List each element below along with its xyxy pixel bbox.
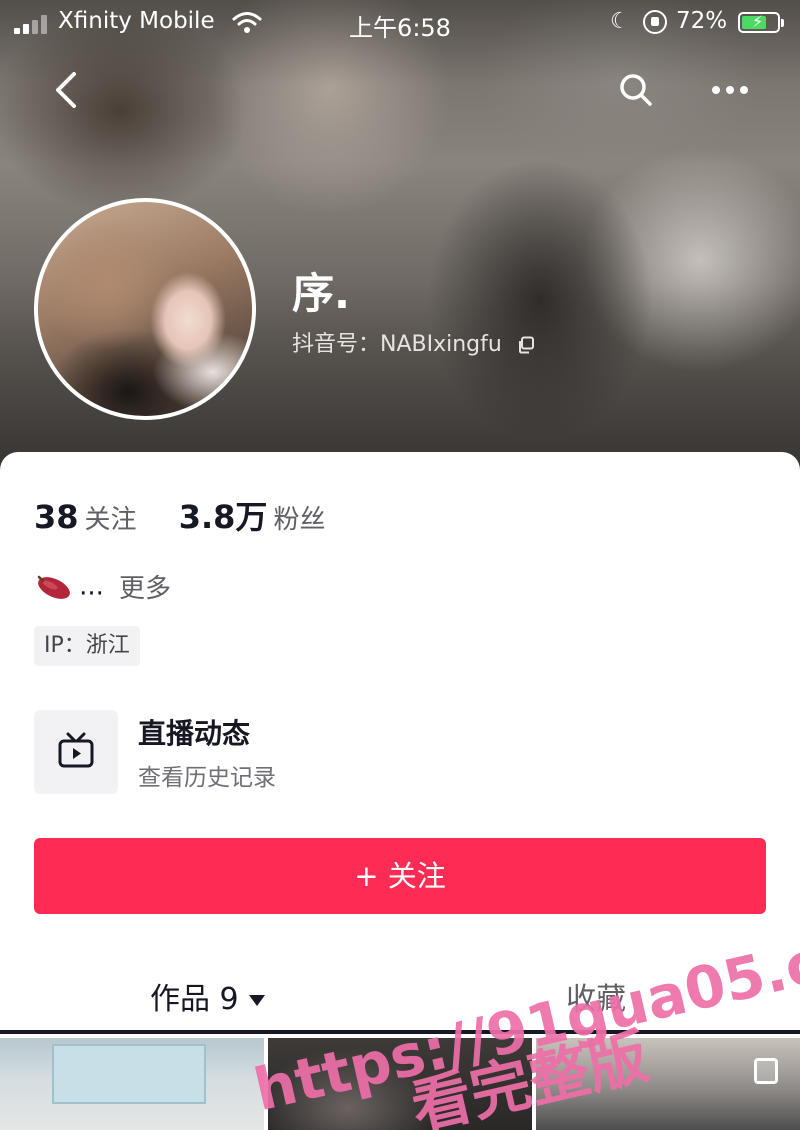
avatar[interactable] xyxy=(34,198,256,420)
ip-location-tag: IP：浙江 xyxy=(34,626,140,666)
live-activity-card[interactable]: 直播动态 查看历史记录 xyxy=(34,710,594,796)
sweet-potato-emoji xyxy=(37,575,70,599)
bio-more-link[interactable]: 更多 xyxy=(119,574,171,604)
caret-down-icon[interactable] xyxy=(248,995,265,1006)
multi-image-icon xyxy=(754,1058,778,1084)
rotation-lock-icon xyxy=(643,10,667,34)
following-stat[interactable]: 38 关注 xyxy=(34,498,142,536)
follow-button[interactable]: + 关注 xyxy=(34,838,766,914)
battery-icon: ⚡ xyxy=(738,12,784,33)
douyin-id-text: 抖音号：NABIxingfu xyxy=(292,332,502,357)
battery-percent: 72% xyxy=(676,8,728,34)
following-count: 38 xyxy=(34,498,79,536)
bio[interactable]: ... 更多 xyxy=(34,568,171,604)
search-icon[interactable] xyxy=(616,70,656,110)
copy-icon[interactable] xyxy=(517,336,535,354)
followers-count: 3.8万 xyxy=(178,498,268,536)
video-thumbnail[interactable] xyxy=(0,1038,264,1130)
charging-bolt-icon: ⚡ xyxy=(752,12,764,31)
stats-row: 38 关注 3.8万 粉丝 xyxy=(34,492,326,536)
tv-icon xyxy=(58,732,94,768)
tab-works-label: 作品 9 xyxy=(150,982,239,1017)
bio-ellipsis: ... xyxy=(79,571,104,602)
followers-stat[interactable]: 3.8万 粉丝 xyxy=(179,498,326,536)
live-icon-box xyxy=(34,710,118,794)
profile-name: 序. xyxy=(292,269,350,318)
live-card-title: 直播动态 xyxy=(138,717,251,750)
more-dots-icon[interactable] xyxy=(708,70,752,110)
douyin-id[interactable]: 抖音号：NABIxingfu xyxy=(292,326,535,358)
tab-works[interactable]: 作品 9 xyxy=(150,974,265,1018)
moon-icon: ☾ xyxy=(610,9,630,34)
followers-label: 粉丝 xyxy=(273,505,326,535)
following-label: 关注 xyxy=(84,505,137,535)
status-bar: Xfinity Mobile 上午6:58 ☾ 72% ⚡ xyxy=(0,0,800,46)
live-card-subtitle: 查看历史记录 xyxy=(138,765,276,791)
back-chevron-icon[interactable] xyxy=(44,68,88,112)
